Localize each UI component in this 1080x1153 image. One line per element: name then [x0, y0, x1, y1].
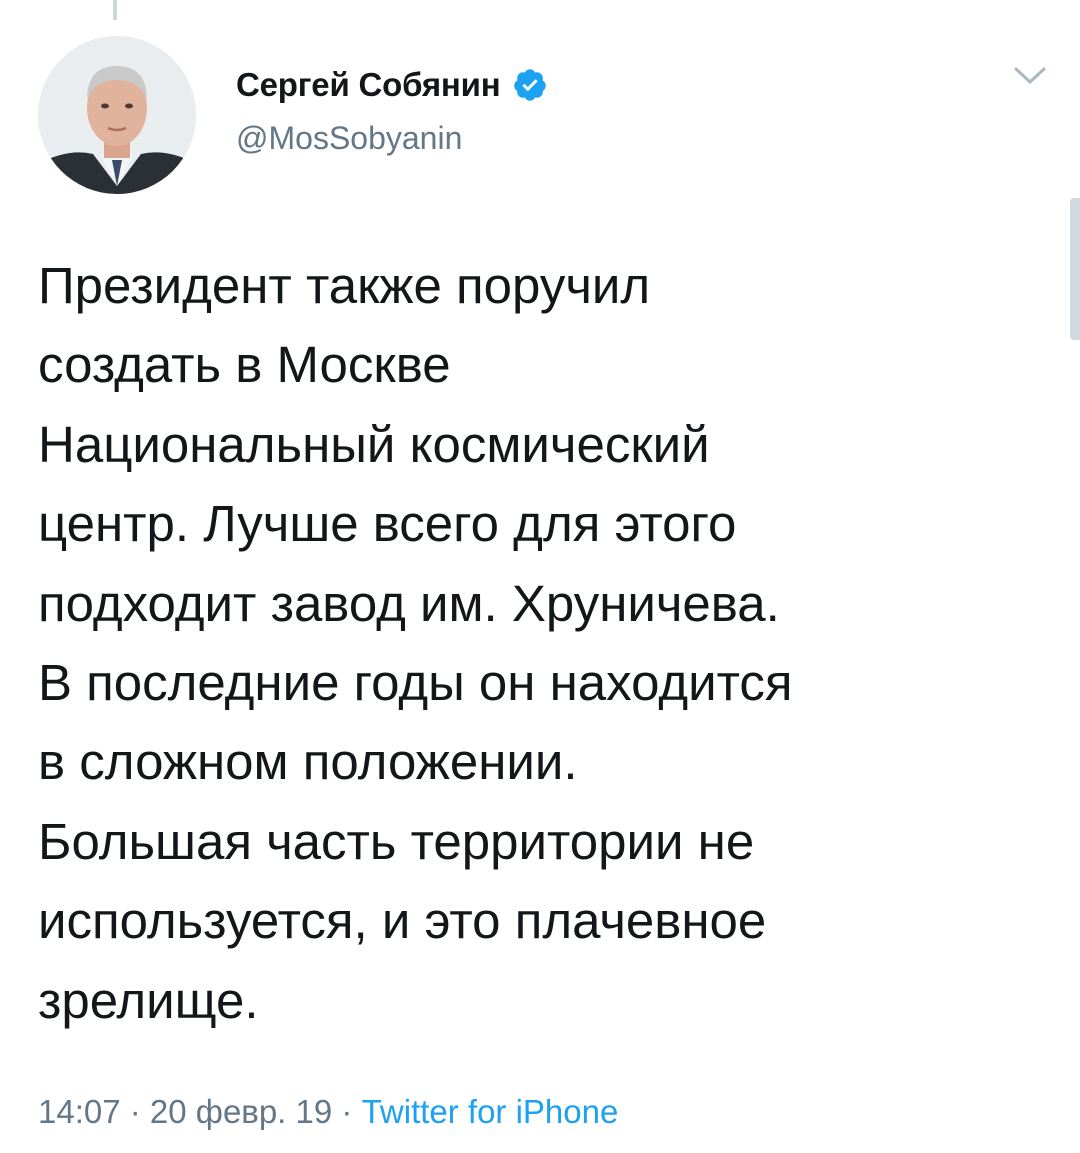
name-row: Сергей Собянин — [236, 66, 548, 104]
verified-badge-icon — [512, 67, 548, 103]
tweet-metadata: 14:07 · 20 февр. 19 · Twitter for iPhone — [38, 1093, 618, 1131]
avatar[interactable] — [38, 36, 196, 194]
tweet-time[interactable]: 14:07 — [38, 1093, 121, 1130]
tweet-text: Президент также поручил создать в Москве… — [38, 257, 793, 1029]
display-name[interactable]: Сергей Собянин — [236, 66, 501, 104]
meta-separator: · — [332, 1093, 362, 1130]
meta-separator: · — [120, 1093, 150, 1130]
thread-connector-line — [113, 0, 117, 20]
chevron-down-icon[interactable] — [1010, 62, 1050, 90]
scrollbar[interactable] — [1070, 198, 1080, 340]
user-handle[interactable]: @MosSobyanin — [236, 120, 548, 157]
tweet-source-link[interactable]: Twitter for iPhone — [362, 1093, 619, 1130]
tweet-date[interactable]: 20 февр. 19 — [150, 1093, 332, 1130]
avatar-photo — [38, 36, 196, 194]
tweet-header: Сергей Собянин @MosSobyanin — [236, 66, 548, 157]
